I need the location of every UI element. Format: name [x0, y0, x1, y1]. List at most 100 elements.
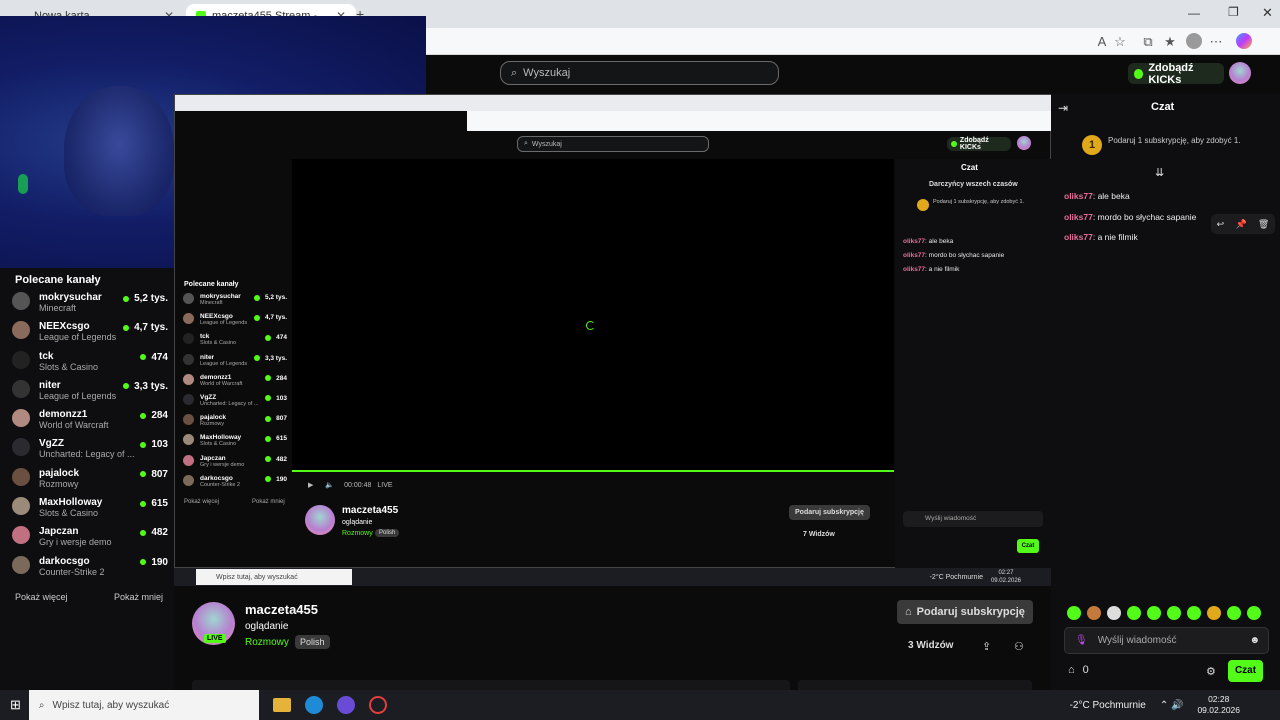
emoji-icon[interactable]: ☻ [1249, 635, 1260, 646]
channel-avatar [183, 454, 194, 466]
chat-message[interactable]: oliks77: a nie filmik [1064, 227, 1196, 248]
chat-username[interactable]: oliks77 [1064, 191, 1093, 201]
pin-icon[interactable]: 📌 [1235, 219, 1246, 230]
channel-name: MaxHolloway [200, 434, 242, 442]
emote-icon[interactable] [1147, 606, 1161, 620]
get-kicks-button[interactable]: Zdobądź KICKs [1128, 62, 1224, 86]
channel-category: Rozmowy [200, 421, 225, 428]
sidebar-channel-item[interactable]: NEEXcsgo League of Legends 4,7 tys. [12, 321, 168, 350]
expand-leaderboard-icon[interactable]: ⇊ [1155, 166, 1164, 179]
nested-get-kicks-button: Zdobądź KICKs [947, 137, 1011, 151]
delete-icon[interactable]: 🗑 [1258, 219, 1269, 230]
viewer-count: 103 [265, 395, 287, 402]
sidebar-channel-item[interactable]: Japczan Gry i wersje demo 482 [12, 526, 168, 555]
emote-icon[interactable] [1067, 606, 1081, 620]
channel-avatar [12, 350, 30, 369]
language-tag[interactable]: Polish [295, 635, 330, 649]
emote-icon[interactable] [1167, 606, 1181, 620]
emote-icon[interactable] [1247, 606, 1261, 620]
file-explorer-icon[interactable] [272, 698, 291, 712]
windows-start-icon[interactable]: ⊞ [10, 697, 21, 713]
settings-gear-icon[interactable]: ⚙ [1206, 665, 1216, 678]
nested-chat-input: Wyślij wiadomość [903, 511, 1043, 527]
channel-name: VgZZ [39, 438, 64, 450]
edge-icon[interactable] [304, 696, 323, 714]
show-less-link[interactable]: Pokaż mniej [114, 592, 163, 602]
sidebar-channel-item[interactable]: darkocsgo Counter-Strike 2 190 [12, 555, 168, 585]
read-aloud-icon[interactable]: A [1094, 34, 1110, 50]
windows-taskbar: ⊞ ⌕ Wpisz tutaj, aby wyszukać -2°C Pochm… [0, 690, 1280, 720]
viewer-count: 474 [140, 352, 168, 363]
nested-sidebar-item: mokrysuchar Minecraft 5,2 tys. [183, 293, 287, 313]
nested-video-player [292, 159, 894, 472]
sidebar-channel-item[interactable]: demonzz1 World of Warcraft 284 [12, 409, 168, 438]
favorites-icon[interactable]: ★ [1162, 34, 1178, 50]
tray-icons[interactable]: ⌃ 🔊 [1160, 700, 1184, 711]
streamer-face [64, 86, 174, 216]
stream-info: LIVE maczeta455 oglądanie Rozmowy Polish… [174, 586, 1051, 690]
sidebar-channel-item[interactable]: pajalock Rozmowy 807 [12, 467, 168, 497]
copilot-icon[interactable] [1236, 33, 1252, 49]
nested-time: 02:27 [998, 570, 1014, 576]
nested-channel-avatar [305, 505, 335, 535]
user-avatar[interactable] [1229, 62, 1251, 84]
gift-icon: ⌂ [1068, 664, 1075, 676]
emote-icon[interactable] [1127, 606, 1141, 620]
sidebar-channel-item[interactable]: MaxHolloway Slots & Casino 615 [12, 497, 168, 526]
channel-avatar [12, 292, 30, 310]
taskbar-clock[interactable]: 02:28 09.02.2026 [1197, 694, 1240, 716]
show-more-link[interactable]: Pokaż więcej [15, 592, 68, 602]
emote-icon[interactable] [1207, 606, 1221, 620]
channel-avatar [183, 393, 194, 405]
reply-icon[interactable]: ↩ [1217, 219, 1225, 230]
viewer-count: 190 [265, 476, 287, 483]
nested-chat-messages: oliks77: ale beka oliks77: mordo bo słyc… [903, 235, 1004, 277]
channel-points[interactable]: ⌂ 0 [1068, 664, 1089, 676]
loading-spinner-icon [586, 321, 595, 330]
sidebar-channel-item[interactable]: VgZZ Uncharted: Legacy of ... 103 [12, 438, 168, 467]
sidebar-channel-item[interactable]: mokrysuchar Minecraft 5,2 tys. [12, 292, 168, 321]
nested-weather: -2°C Pochmurnie [929, 573, 983, 581]
app-icon[interactable] [336, 696, 355, 714]
share-icon[interactable]: ⇪ [982, 640, 991, 653]
minimize-window-icon[interactable]: — [1188, 6, 1200, 20]
emote-icon[interactable] [1227, 606, 1241, 620]
about-panel-right [798, 680, 1032, 690]
emote-icon[interactable] [1087, 606, 1101, 620]
search-input[interactable]: ⌕ Wyszukaj [500, 61, 779, 85]
chat-input[interactable]: 🎙 Wyślij wiadomość ☻ [1064, 627, 1269, 654]
nested-channel-name: maczeta455 [342, 505, 399, 516]
viewer-count: 807 [140, 469, 168, 480]
channel-avatar [183, 333, 194, 345]
collapse-chat-icon[interactable]: ⇥ [1058, 101, 1068, 115]
taskbar-search[interactable]: ⌕ Wpisz tutaj, aby wyszukać [28, 690, 259, 720]
channel-avatar [183, 434, 194, 446]
category-link[interactable]: Rozmowy [245, 637, 289, 648]
gift-sub-button[interactable]: ⌂ Podaruj subskrypcję [897, 600, 1033, 624]
close-window-icon[interactable]: ✕ [1262, 5, 1273, 21]
favorite-star-icon[interactable]: ☆ [1112, 34, 1128, 50]
chat-send-button[interactable]: Czat [1228, 660, 1263, 682]
extensions-icon[interactable]: ⧉ [1140, 34, 1156, 50]
play-icon: ▶ [308, 482, 314, 489]
profile-icon[interactable] [1186, 33, 1202, 49]
sidebar: Polecane kanały mokrysuchar Minecraft 5,2 … [0, 268, 174, 690]
microphone-icon[interactable]: 🎙 [1075, 635, 1088, 646]
maximize-window-icon[interactable]: ❐ [1228, 5, 1239, 19]
obs-icon[interactable] [368, 696, 387, 714]
nested-sidebar-item: niter League of Legends 3,3 tys. [183, 353, 287, 374]
nested-chat: Czat Darczyńcy wszech czasów Podaruj 1 s… [895, 159, 1051, 569]
chat-username[interactable]: oliks77 [1064, 232, 1093, 242]
chat-username[interactable]: oliks77 [1064, 212, 1093, 222]
emote-icon[interactable] [1107, 606, 1121, 620]
message-actions: ↩ 📌 🗑 [1211, 214, 1275, 234]
sidebar-channel-item[interactable]: niter League of Legends 3,3 tys. [12, 379, 168, 409]
more-options-icon[interactable]: ⋯ [1208, 34, 1224, 50]
channel-category: World of Warcraft [200, 380, 243, 387]
nested-chat-message: oliks77: ale beka [903, 238, 954, 245]
sidebar-channel-item[interactable]: tck Slots & Casino 474 [12, 350, 168, 380]
channel-name[interactable]: maczeta455 [245, 602, 318, 617]
weather-widget[interactable]: -2°C Pochmurnie [1070, 700, 1146, 711]
emote-icon[interactable] [1187, 606, 1201, 620]
follow-user-icon[interactable]: ⚇ [1014, 640, 1024, 653]
